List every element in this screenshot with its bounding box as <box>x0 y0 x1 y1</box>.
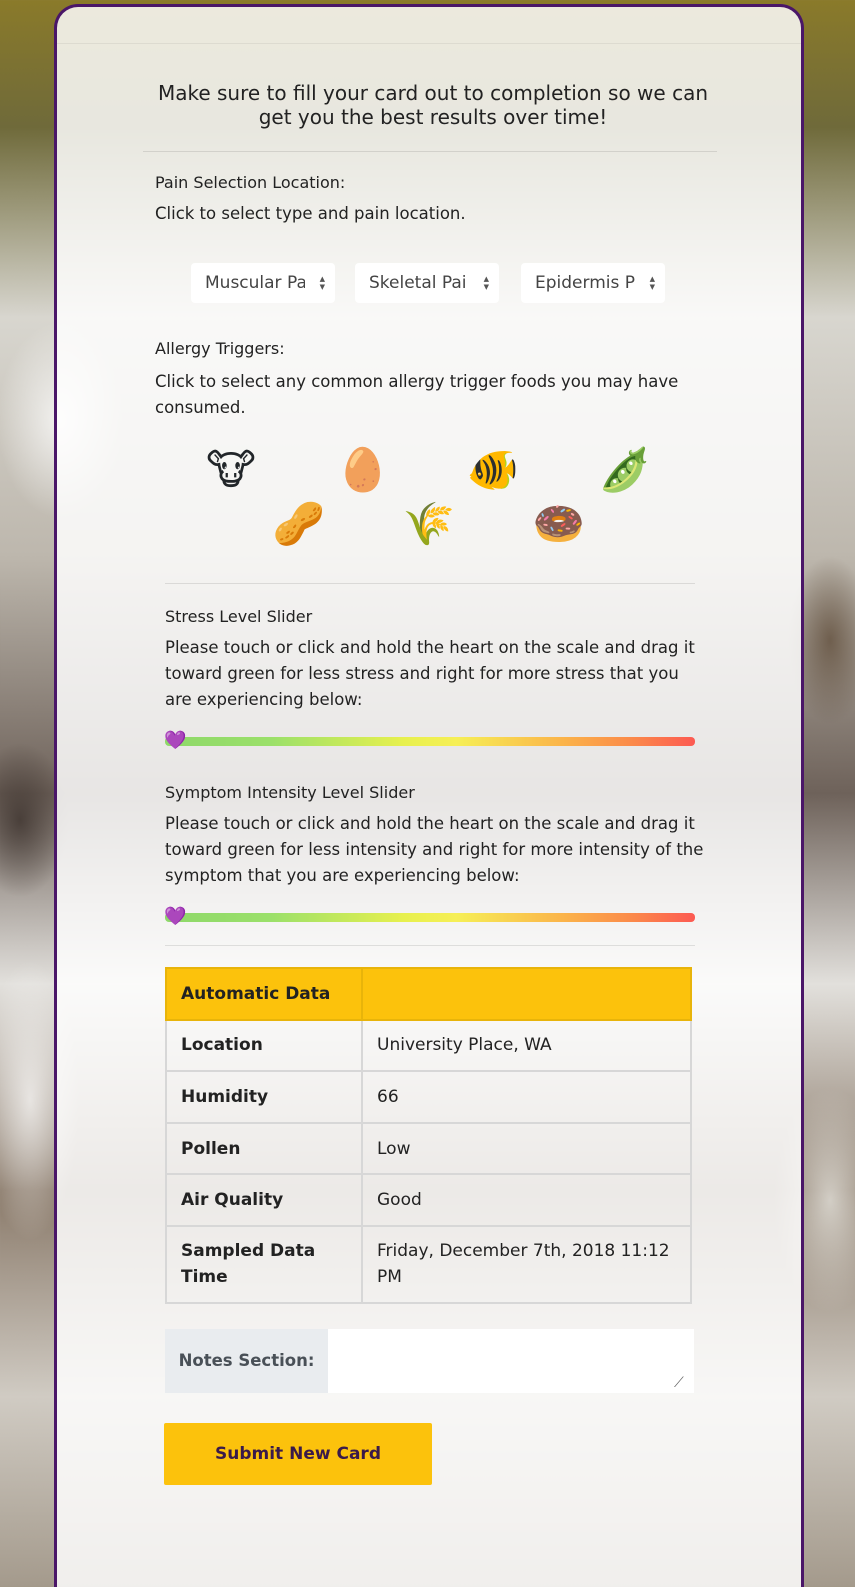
pain-selection-label: Pain Selection Location: <box>155 173 346 192</box>
table-row: Location University Place, WA <box>165 1018 692 1073</box>
table-row: Air Quality Good <box>165 1173 692 1227</box>
divider <box>143 151 717 152</box>
fish-icon[interactable]: 🐠 <box>465 445 521 495</box>
donut-icon[interactable]: 🍩 <box>531 499 587 549</box>
table-row: Humidity 66 <box>165 1070 692 1124</box>
table-row: Pollen Low <box>165 1121 692 1176</box>
row-value: Good <box>361 1173 692 1227</box>
symptom-slider-label: Symptom Intensity Level Slider <box>165 783 415 802</box>
row-key: Pollen <box>165 1121 363 1176</box>
automatic-data-table: Automatic Data Location University Place… <box>165 967 692 1304</box>
row-key: Sampled Data Time <box>165 1224 363 1304</box>
peanut-icon[interactable]: 🥜 <box>271 499 327 549</box>
notes-label: Notes Section: <box>165 1329 328 1393</box>
stress-slider-instructions: Please touch or click and hold the heart… <box>165 638 695 709</box>
egg-icon[interactable]: 🥚 <box>335 445 391 495</box>
row-key: Humidity <box>165 1070 363 1124</box>
row-value: Low <box>361 1121 692 1176</box>
muscular-pain-select[interactable]: Muscular Pa ▲ ▼ <box>191 263 335 303</box>
stress-slider-label: Stress Level Slider <box>165 607 313 626</box>
select-value: Skeletal Pai <box>369 273 467 293</box>
pain-selection-instructions: Click to select type and pain location. <box>155 204 466 223</box>
stress-slider[interactable] <box>165 737 695 746</box>
epidermis-pain-select[interactable]: Epidermis P ▲ ▼ <box>521 263 665 303</box>
top-divider <box>57 43 801 44</box>
symptom-heart-icon[interactable]: 💜 <box>164 907 186 927</box>
row-key: Air Quality <box>165 1173 363 1227</box>
soybean-icon[interactable]: 🫛 <box>597 445 653 495</box>
select-arrows-icon: ▲ ▼ <box>319 275 325 291</box>
skeletal-pain-select[interactable]: Skeletal Pai ▲ ▼ <box>355 263 499 303</box>
select-arrows-icon: ▲ ▼ <box>483 275 489 291</box>
submit-new-card-button[interactable]: Submit New Card <box>164 1423 432 1485</box>
select-value: Epidermis P <box>535 273 635 293</box>
symptom-slider-instructions: Please touch or click and hold the heart… <box>165 814 704 885</box>
card-form: Make sure to fill your card out to compl… <box>54 4 804 1587</box>
divider <box>165 945 695 946</box>
resize-handle-icon[interactable]: ⟋ <box>674 1375 684 1391</box>
allergy-triggers-label: Allergy Triggers: <box>155 339 285 358</box>
row-value: University Place, WA <box>361 1018 692 1073</box>
table-row: Sampled Data Time Friday, December 7th, … <box>165 1224 692 1304</box>
stress-heart-icon[interactable]: 💜 <box>164 731 186 751</box>
table-header-empty <box>361 967 692 1021</box>
select-value: Muscular Pa <box>205 273 305 293</box>
row-value: 66 <box>361 1070 692 1124</box>
select-arrows-icon: ▲ ▼ <box>649 275 655 291</box>
intro-text: Make sure to fill your card out to compl… <box>157 81 709 129</box>
allergy-triggers-instructions: Click to select any common allergy trigg… <box>155 372 679 417</box>
cow-icon[interactable]: 🐮 <box>203 445 259 495</box>
table-header-row: Automatic Data <box>165 967 692 1021</box>
divider <box>165 583 695 584</box>
table-header: Automatic Data <box>165 967 363 1021</box>
wheat-icon[interactable]: 🌾 <box>401 499 457 549</box>
row-value: Friday, December 7th, 2018 11:12 PM <box>361 1224 692 1304</box>
notes-input[interactable] <box>328 1329 694 1393</box>
row-key: Location <box>165 1018 363 1073</box>
symptom-slider[interactable] <box>165 913 695 922</box>
